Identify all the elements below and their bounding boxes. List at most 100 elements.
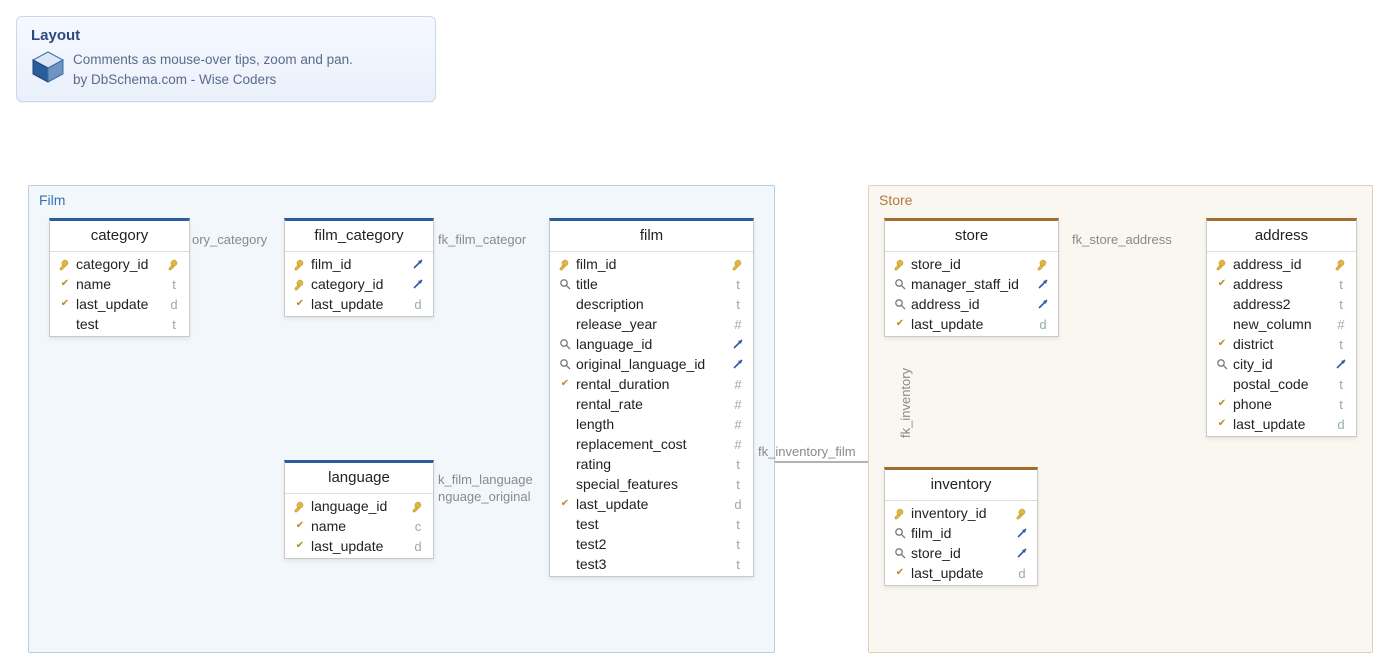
layout-info-card[interactable]: Layout Comments as mouse-over tips, zoom… xyxy=(16,16,436,102)
required-tick-icon: ✔ xyxy=(61,279,69,289)
table-store[interactable]: storestore_idmanager_staff_idaddress_id✔… xyxy=(884,218,1059,337)
column-row[interactable]: ✔last_updated xyxy=(885,314,1058,334)
index-glass-icon xyxy=(894,547,906,559)
tick-icon: ✔ xyxy=(891,319,909,329)
key-icon xyxy=(293,277,307,291)
fk-arrow-icon xyxy=(1335,358,1347,370)
column-name: name xyxy=(74,276,165,292)
column-row[interactable]: replacement_cost# xyxy=(550,434,753,454)
column-row[interactable]: test2t xyxy=(550,534,753,554)
tick-icon: ✔ xyxy=(291,299,309,309)
table-address[interactable]: addressaddress_id✔addresstaddress2tnew_c… xyxy=(1206,218,1357,437)
index-glass-icon xyxy=(559,278,571,290)
table-film-category[interactable]: film_categoryfilm_idcategory_id✔last_upd… xyxy=(284,218,434,317)
tick-icon: ✔ xyxy=(891,568,909,578)
table-inventory[interactable]: inventoryinventory_idfilm_idstore_id✔las… xyxy=(884,467,1038,586)
column-row[interactable]: testt xyxy=(550,514,753,534)
info-line1: Comments as mouse-over tips, zoom and pa… xyxy=(73,50,353,70)
column-row[interactable]: rental_rate# xyxy=(550,394,753,414)
column-row[interactable]: ✔last_updated xyxy=(1207,414,1356,434)
column-row[interactable]: postal_codet xyxy=(1207,374,1356,394)
column-row[interactable]: descriptiont xyxy=(550,294,753,314)
type-d-icon: d xyxy=(1034,317,1052,332)
column-row[interactable]: store_id xyxy=(885,254,1058,274)
key-icon xyxy=(731,257,745,271)
column-row[interactable]: film_id xyxy=(550,254,753,274)
column-row[interactable]: language_id xyxy=(550,334,753,354)
column-row[interactable]: category_id xyxy=(285,274,433,294)
column-name: release_year xyxy=(574,316,729,332)
table-category[interactable]: categorycategory_id✔namet✔last_updatedte… xyxy=(49,218,190,337)
column-row[interactable]: ✔rental_duration# xyxy=(550,374,753,394)
column-row[interactable]: ✔last_updated xyxy=(285,294,433,314)
column-row[interactable]: ✔ namet xyxy=(50,274,189,294)
type-t-icon: t xyxy=(1332,377,1350,392)
table-title: store xyxy=(885,221,1058,252)
column-name: store_id xyxy=(909,545,1013,561)
column-row[interactable]: length# xyxy=(550,414,753,434)
column-row[interactable]: film_id xyxy=(885,523,1037,543)
key-icon xyxy=(1036,257,1050,271)
tick-icon: ✔ xyxy=(291,541,309,551)
type-t-icon: t xyxy=(165,277,183,292)
column-row[interactable]: ✔districtt xyxy=(1207,334,1356,354)
key-icon xyxy=(893,257,907,271)
required-tick-icon: ✔ xyxy=(296,521,304,531)
required-tick-icon: ✔ xyxy=(1218,339,1226,349)
column-row[interactable]: ✔last_updated xyxy=(285,536,433,556)
column-row[interactable]: new_column# xyxy=(1207,314,1356,334)
column-row[interactable]: ✔last_updated xyxy=(885,563,1037,583)
column-row[interactable]: ✔phonet xyxy=(1207,394,1356,414)
column-row[interactable]: address2t xyxy=(1207,294,1356,314)
column-row[interactable]: address_id xyxy=(885,294,1058,314)
column-row[interactable]: titlet xyxy=(550,274,753,294)
column-name: replacement_cost xyxy=(574,436,729,452)
column-row[interactable]: ✔namec xyxy=(285,516,433,536)
column-row[interactable]: ratingt xyxy=(550,454,753,474)
column-row[interactable]: manager_staff_id xyxy=(885,274,1058,294)
column-name: inventory_id xyxy=(909,505,1013,521)
table-film[interactable]: filmfilm_idtitletdescriptiontrelease_yea… xyxy=(549,218,754,577)
column-row[interactable]: special_featurest xyxy=(550,474,753,494)
column-row[interactable]: release_year# xyxy=(550,314,753,334)
column-name: last_update xyxy=(909,565,1013,581)
column-row[interactable]: test3t xyxy=(550,554,753,574)
column-name: length xyxy=(574,416,729,432)
type-hash-icon: # xyxy=(729,397,747,412)
column-name: name xyxy=(309,518,409,534)
column-row[interactable]: inventory_id xyxy=(885,503,1037,523)
type-t-icon: t xyxy=(729,517,747,532)
column-row[interactable]: film_id xyxy=(285,254,433,274)
required-tick-icon: ✔ xyxy=(561,499,569,509)
column-name: film_id xyxy=(574,256,729,272)
type-d-icon: d xyxy=(409,297,427,312)
column-row[interactable]: category_id xyxy=(50,254,189,274)
column-row[interactable]: address_id xyxy=(1207,254,1356,274)
column-row[interactable]: ✔addresst xyxy=(1207,274,1356,294)
column-name: last_update xyxy=(309,296,409,312)
type-d-icon: d xyxy=(729,497,747,512)
table-title: film xyxy=(550,221,753,252)
column-name: last_update xyxy=(909,316,1034,332)
type-t-icon: t xyxy=(1332,277,1350,292)
column-row[interactable]: ✔ last_updated xyxy=(550,494,753,514)
column-row[interactable]: store_id xyxy=(885,543,1037,563)
column-row[interactable]: ✔last_updated xyxy=(50,294,189,314)
type-hash-icon: # xyxy=(729,437,747,452)
table-language[interactable]: languagelanguage_id✔namec✔last_updated xyxy=(284,460,434,559)
type-hash-icon: # xyxy=(729,417,747,432)
column-row[interactable]: city_id xyxy=(1207,354,1356,374)
column-name: rating xyxy=(574,456,729,472)
idx-icon xyxy=(891,547,909,559)
fk-arrow-icon xyxy=(732,358,744,370)
column-row[interactable]: testt xyxy=(50,314,189,334)
column-row[interactable]: language_id xyxy=(285,496,433,516)
column-name: description xyxy=(574,296,729,312)
type-d-icon: d xyxy=(1013,566,1031,581)
key-icon xyxy=(558,257,572,271)
column-name: new_column xyxy=(1231,316,1332,332)
column-name: last_update xyxy=(574,496,729,512)
key-icon xyxy=(1213,257,1231,271)
required-tick-icon: ✔ xyxy=(1218,399,1226,409)
column-row[interactable]: original_language_id xyxy=(550,354,753,374)
